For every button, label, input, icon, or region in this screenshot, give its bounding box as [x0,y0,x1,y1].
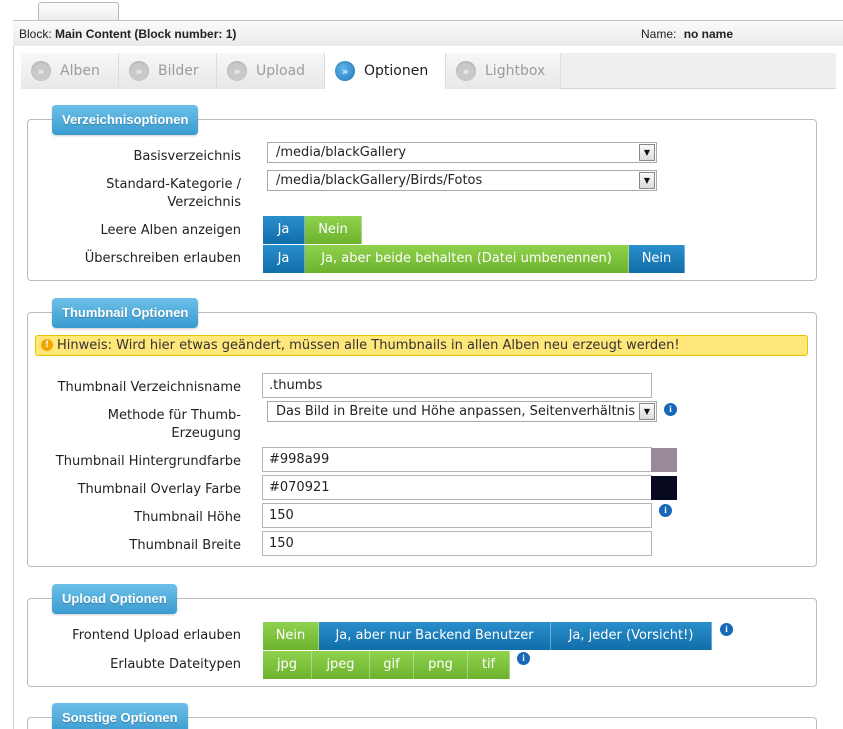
base-dir-value: /media/blackGallery [276,145,407,160]
dropdown-arrow-icon: ▼ [639,172,655,189]
thumb-dir-input[interactable]: .thumbs [262,373,652,398]
thumb-width-label: Thumbnail Breite [129,538,241,553]
default-category-select[interactable]: /media/blackGallery/Birds/Fotos ▼ [267,170,657,191]
file-types-label: Erlaubte Dateitypen [110,657,241,672]
frontend-upload-nein-button[interactable]: Nein [263,622,319,650]
info-icon[interactable]: i [720,623,733,636]
block-value: Main Content (Block number: 1) [55,27,237,41]
default-category-label: Standard-Kategorie / Verzeichnis [106,177,241,210]
frontend-upload-label: Frontend Upload erlauben [72,628,241,643]
tab-alben[interactable]: » Alben [21,53,119,89]
default-category-value: /media/blackGallery/Birds/Fotos [276,173,483,188]
file-type-jpg-button[interactable]: jpg [263,651,312,679]
directory-options-title: Verzeichnisoptionen [52,105,199,135]
empty-albums-ja-button[interactable]: Ja [263,216,305,244]
misc-options-title: Sonstige Optionen [52,703,188,729]
chevron-right-icon: » [227,61,247,81]
overwrite-ja-button[interactable]: Ja [263,245,305,273]
frontend-upload-backend-button[interactable]: Ja, aber nur Backend Benutzer [319,622,551,650]
file-type-png-button[interactable]: png [414,651,468,679]
tab-lightbox[interactable]: » Lightbox [446,53,561,89]
frontend-upload-everyone-button[interactable]: Ja, jeder (Vorsicht!) [551,622,712,650]
thumb-dir-label: Thumbnail Verzeichnisname [57,380,241,395]
thumb-height-input[interactable]: 150 [262,503,652,528]
dropdown-arrow-icon: ▼ [639,403,655,420]
base-dir-label: Basisverzeichnis [133,149,241,164]
name-value: no name [683,27,734,41]
thumbnail-options-title: Thumbnail Optionen [52,298,199,328]
tab-label: Upload [256,63,306,79]
overwrite-keep-both-button[interactable]: Ja, aber beide behalten (Datei umbenenne… [305,245,629,273]
warning-icon: ! [41,339,53,351]
overwrite-nein-button[interactable]: Nein [629,245,685,273]
info-icon[interactable]: i [664,403,677,416]
block-header: Block: Main Content (Block number: 1) Na… [13,20,843,46]
thumbnail-notice: ! Hinweis: Wird hier etwas geändert, müss… [35,335,808,356]
tab-label: Lightbox [485,63,546,79]
thumb-height-label: Thumbnail Höhe [134,510,241,525]
tab-label: Bilder [158,63,199,79]
name-label: Name: no name [641,27,734,41]
thumb-method-label: Methode für Thumb- Erzeugung [107,408,241,441]
thumb-width-input[interactable]: 150 [262,531,652,556]
chevron-right-icon: » [456,61,476,81]
chevron-right-icon: » [335,61,355,81]
chevron-right-icon: » [129,61,149,81]
tab-label: Optionen [364,63,429,79]
thumb-method-select[interactable]: Das Bild in Breite und Höhe anpassen, Se… [267,401,657,422]
base-dir-select[interactable]: /media/blackGallery ▼ [267,142,657,163]
tab-label: Alben [60,63,100,79]
thumb-method-value: Das Bild in Breite und Höhe anpassen, Se… [276,404,636,419]
block-label: Block: Main Content (Block number: 1) [19,27,237,41]
notice-text: Hinweis: Wird hier etwas geändert, müsse… [57,338,680,353]
file-type-tif-button[interactable]: tif [468,651,510,679]
file-type-jpeg-button[interactable]: jpeg [312,651,370,679]
tab-bar: » Alben » Bilder » Upload » Optionen » Lightb… [21,53,836,90]
file-type-gif-button[interactable]: gif [370,651,414,679]
thumb-bg-label: Thumbnail Hintergrundfarbe [55,454,241,469]
tab-upload[interactable]: » Upload [217,53,325,89]
overlay-color-swatch[interactable] [651,476,677,500]
thumb-bg-input[interactable]: #998a99 [262,447,652,472]
bg-color-swatch[interactable] [651,448,677,472]
chevron-right-icon: » [31,61,51,81]
info-icon[interactable]: i [517,652,530,665]
overwrite-label: Überschreiben erlauben [84,251,241,266]
thumb-overlay-label: Thumbnail Overlay Farbe [77,482,241,497]
info-icon[interactable]: i [659,504,672,517]
dropdown-arrow-icon: ▼ [639,144,655,161]
window-tab[interactable] [38,2,119,21]
empty-albums-nein-button[interactable]: Nein [305,216,362,244]
upload-options-title: Upload Optionen [52,584,177,614]
tab-bilder[interactable]: » Bilder [119,53,217,89]
thumb-overlay-input[interactable]: #070921 [262,475,652,500]
tab-optionen[interactable]: » Optionen [325,53,446,90]
empty-albums-label: Leere Alben anzeigen [100,223,241,238]
